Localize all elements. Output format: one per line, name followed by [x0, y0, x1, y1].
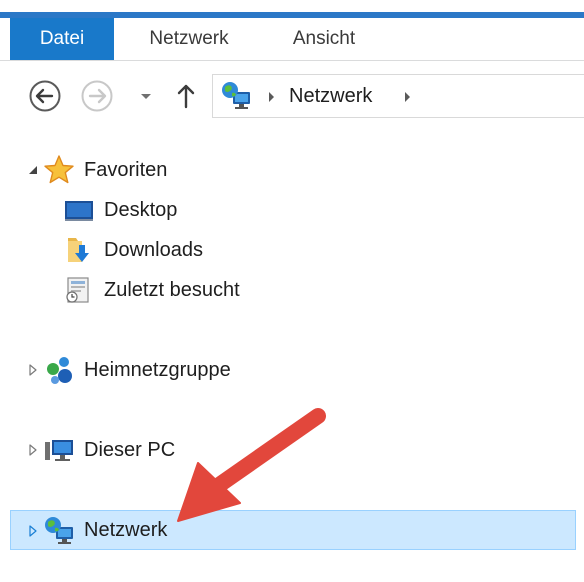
forward-arrow-icon: [81, 80, 113, 112]
forward-button[interactable]: [80, 79, 114, 113]
tree-item-favoriten[interactable]: Favoriten: [20, 150, 320, 190]
collapsed-triangle-icon[interactable]: [26, 442, 40, 458]
tree-item-netzwerk[interactable]: Netzwerk: [10, 510, 576, 550]
tree-item-dieser-pc[interactable]: Dieser PC: [20, 430, 320, 470]
tree-item-label: Dieser PC: [84, 439, 176, 461]
breadcrumb-separator-icon[interactable]: [263, 87, 279, 107]
tree-item-label: Zuletzt besucht: [104, 279, 240, 301]
tree-item-label: Heimnetzgruppe: [84, 359, 231, 381]
navigation-bar: Netzwerk: [0, 61, 584, 131]
breadcrumb-expand-icon[interactable]: [399, 87, 415, 107]
up-button[interactable]: [172, 79, 200, 113]
tree-item-heimnetzgruppe[interactable]: Heimnetzgruppe: [20, 350, 340, 390]
tab-netzwerk[interactable]: Netzwerk: [130, 18, 248, 60]
tree-item-label: Netzwerk: [84, 519, 168, 541]
recent-places-icon: [62, 273, 96, 307]
collapsed-triangle-icon[interactable]: [26, 362, 40, 378]
tree-item-downloads[interactable]: Downloads: [60, 230, 320, 270]
desktop-icon: [62, 193, 96, 227]
expanded-triangle-icon[interactable]: [26, 162, 40, 178]
network-icon: [42, 514, 76, 548]
network-icon: [219, 79, 253, 113]
tab-datei[interactable]: Datei: [10, 18, 114, 60]
explorer-window: Datei Netzwerk Ansicht Netzwerk Favorite…: [0, 0, 584, 582]
back-button[interactable]: [28, 79, 62, 113]
recent-locations-button[interactable]: [136, 79, 156, 113]
chevron-down-icon: [141, 94, 151, 99]
address-bar[interactable]: Netzwerk: [212, 74, 584, 118]
back-arrow-icon: [29, 80, 61, 112]
tree-item-label: Desktop: [104, 199, 178, 221]
star-icon: [42, 153, 76, 187]
tab-ansicht[interactable]: Ansicht: [272, 18, 376, 60]
computer-icon: [42, 433, 76, 467]
ribbon-tab-bar: Datei Netzwerk Ansicht: [0, 18, 584, 61]
tree-item-label: Favoriten: [84, 159, 168, 181]
homegroup-icon: [42, 353, 76, 387]
navigation-pane: Favoriten Desktop Downloads Zuletzt besu…: [0, 131, 584, 582]
up-arrow-icon: [177, 84, 195, 109]
breadcrumb-netzwerk[interactable]: Netzwerk: [289, 75, 372, 117]
downloads-folder-icon: [62, 233, 96, 267]
tree-item-zuletzt-besucht[interactable]: Zuletzt besucht: [60, 270, 360, 310]
tree-item-desktop[interactable]: Desktop: [60, 190, 320, 230]
title-strip: [0, 0, 584, 18]
collapsed-triangle-icon[interactable]: [26, 523, 40, 539]
tree-item-label: Downloads: [104, 239, 203, 261]
